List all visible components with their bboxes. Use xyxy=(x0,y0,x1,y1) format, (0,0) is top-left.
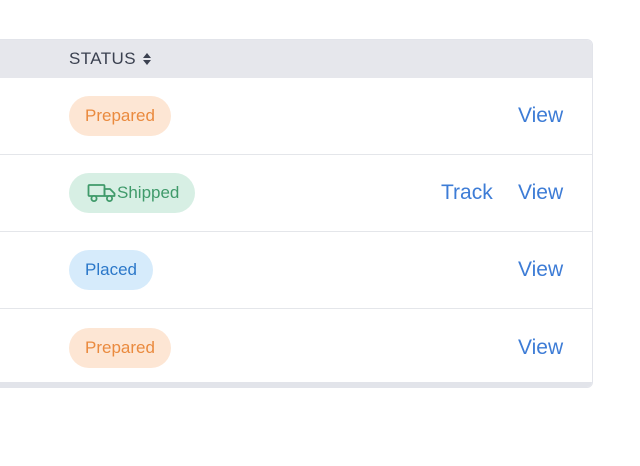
table-row: Prepared View xyxy=(0,309,592,386)
truck-icon xyxy=(87,184,116,202)
table-footer xyxy=(0,382,592,387)
view-link[interactable]: View xyxy=(518,258,563,282)
view-link[interactable]: View xyxy=(518,104,563,128)
table-header: STATUS xyxy=(0,40,592,78)
track-link[interactable]: Track xyxy=(441,181,493,205)
view-link[interactable]: View xyxy=(518,181,563,205)
status-badge: Prepared xyxy=(69,327,171,368)
orders-table: STATUS Prepared View Shipped Track View … xyxy=(0,39,593,388)
status-badge: Prepared xyxy=(69,96,171,136)
table-row: Placed View xyxy=(0,232,592,309)
status-badge: Shipped xyxy=(69,173,196,213)
status-badge-label: Shipped xyxy=(117,183,180,202)
status-column-header[interactable]: STATUS xyxy=(69,40,152,78)
sort-icon[interactable] xyxy=(142,52,152,66)
status-header-label: STATUS xyxy=(69,49,136,68)
status-badge: Placed xyxy=(69,250,153,290)
table-row: Shipped Track View xyxy=(0,155,592,232)
view-link[interactable]: View xyxy=(518,336,563,360)
table-row: Prepared View xyxy=(0,78,592,155)
